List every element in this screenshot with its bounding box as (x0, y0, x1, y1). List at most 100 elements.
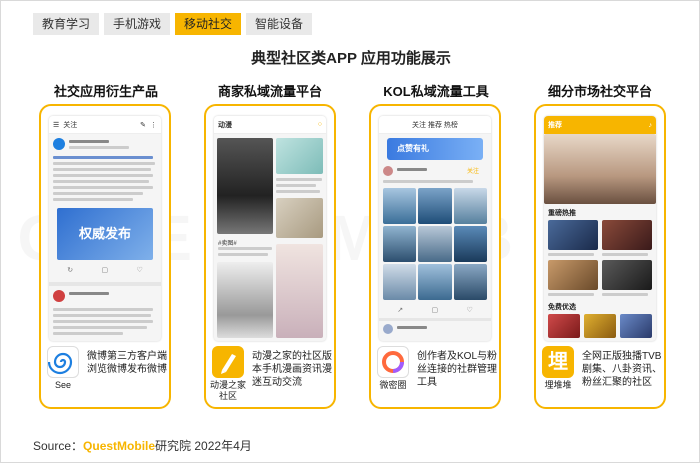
phone-header-label: 动漫 (218, 121, 232, 129)
text-line (218, 247, 272, 250)
text-line (69, 140, 109, 143)
text-line (53, 326, 147, 329)
pen-icon (212, 346, 244, 378)
text-line (276, 190, 320, 193)
video-thumb (602, 260, 652, 290)
image-thumb (217, 138, 273, 234)
like-icon: ♡ (136, 267, 143, 274)
comment-icon: ▢ (101, 267, 109, 274)
app-card-maidui: 推荐 ♪ 重磅热推 免费优选 埋 埋堆堆 全网正版独播TVB剧集、八卦资讯、粉丝… (534, 104, 666, 409)
phone-screenshot-maidui: 推荐 ♪ 重磅热推 免费优选 (544, 116, 656, 341)
image-thumb (418, 188, 452, 224)
text-line (397, 168, 427, 171)
app-description: 动漫之家的社区版本手机漫画资讯漫迷互动交流 (252, 351, 332, 388)
text-line (383, 180, 473, 183)
text-line (397, 326, 427, 329)
avatar (53, 138, 65, 150)
text-line (69, 146, 129, 149)
image-thumb (383, 226, 416, 262)
text-line (53, 180, 149, 183)
phone-header: 动漫 ○ (214, 116, 326, 134)
bell-icon: ♪ (648, 121, 653, 129)
app-card-weimi: 关注 推荐 热榜 点赞有礼 关注 ↗ ▢ ♡ 微密圈 创作者及KOL与粉丝连接的… (369, 104, 501, 409)
text-line (53, 308, 153, 311)
avatar (383, 166, 393, 176)
follow-button[interactable]: 关注 (467, 166, 479, 175)
app-card-dongman: 动漫 ○ #卖图# 动漫之家社区 动漫之家的社区版本手机漫画资讯漫迷互动交流 (204, 104, 336, 409)
like-icon: ♡ (466, 307, 473, 314)
text-line (548, 293, 594, 296)
image-thumb (276, 198, 323, 238)
image-thumb (454, 264, 487, 300)
action-bar: ↗ ▢ ♡ (383, 306, 487, 314)
tab-mobile-games[interactable]: 手机游戏 (104, 13, 171, 35)
video-thumb (584, 314, 616, 338)
text-line (218, 253, 268, 256)
category-tabs: 教育学习 手机游戏 移动社交 智能设备 (33, 13, 313, 35)
repost-icon: ↻ (67, 267, 74, 274)
edit-icon: ✎ (140, 121, 146, 129)
text-line (53, 314, 151, 317)
tab-education[interactable]: 教育学习 (33, 13, 100, 35)
promo-banner: 点赞有礼 (387, 138, 483, 160)
app-description: 全网正版独播TVB剧集、八卦资讯、粉丝汇聚的社区 (582, 351, 662, 388)
app-name: See (54, 380, 71, 390)
phone-header: 推荐 ♪ (544, 116, 656, 134)
spiral-icon (47, 346, 79, 378)
page-frame: 教育学习 手机游戏 移动社交 智能设备 QUESTMOBILE 典型社区类APP… (0, 0, 700, 463)
video-thumb (548, 260, 598, 290)
text-line (53, 186, 153, 189)
text-line (69, 292, 109, 295)
video-cover (544, 134, 656, 204)
menu-icon: ☰ (53, 121, 60, 129)
video-thumb (548, 220, 598, 250)
search-icon: ○ (317, 121, 322, 128)
image-thumb (454, 226, 487, 262)
phone-screenshot-weimi: 关注 推荐 热榜 点赞有礼 关注 ↗ ▢ ♡ (379, 116, 491, 341)
weibo-banner: 权威发布 (57, 208, 153, 260)
app-name: 微密圈 (379, 380, 407, 390)
image-thumb (276, 138, 323, 174)
ring-icon (377, 346, 409, 378)
image-thumb (418, 226, 452, 262)
video-thumb (602, 220, 652, 250)
tab-smart-devices[interactable]: 智能设备 (246, 13, 313, 35)
action-bar: ↻ ▢ ♡ (53, 266, 157, 278)
category-title-2: 商家私域流量平台 (217, 84, 322, 99)
section-title: 免费优选 (548, 304, 576, 311)
phone-header-label: 推荐 (548, 122, 562, 129)
app-card-see: ☰ 关注 ✎ ⋮ 权威发布 ↻ ▢ ♡ See 微博第三方客户端浏览微博发布微博 (39, 104, 171, 409)
post-tag: #卖图# (218, 241, 237, 247)
phone-header: ☰ 关注 ✎ ⋮ (49, 116, 161, 134)
text-line (53, 320, 153, 323)
divider (49, 282, 161, 286)
source-suffix: 研究院 2022年4月 (155, 439, 252, 453)
text-line (53, 192, 143, 195)
app-description: 创作者及KOL与粉丝连接的社群管理工具 (417, 351, 498, 388)
text-line (276, 178, 322, 181)
text-line (548, 253, 594, 256)
section-title: 重磅热推 (548, 210, 576, 217)
tab-mobile-social[interactable]: 移动社交 (175, 13, 242, 35)
image-thumb (454, 188, 487, 224)
more-icon: ⋮ (150, 121, 157, 129)
image-thumb (276, 244, 323, 338)
video-thumb (548, 314, 580, 338)
app-description: 微博第三方客户端浏览微博发布微博 (87, 351, 167, 375)
text-line (602, 293, 648, 296)
text-line (53, 168, 151, 171)
phone-header: 关注 推荐 热榜 (379, 116, 491, 134)
text-line (53, 174, 153, 177)
text-line (53, 156, 153, 159)
app-name: 埋堆堆 (544, 380, 572, 390)
category-title-4: 细分市场社交平台 (547, 84, 652, 99)
image-thumb (217, 262, 273, 338)
app-name: 动漫之家社区 (209, 380, 246, 401)
text-line (602, 253, 648, 256)
image-thumb (383, 264, 416, 300)
image-thumb (418, 264, 452, 300)
phone-header-label: 关注 推荐 热榜 (412, 121, 458, 129)
text-line (276, 184, 316, 187)
divider (379, 318, 491, 321)
image-thumb (383, 188, 416, 224)
